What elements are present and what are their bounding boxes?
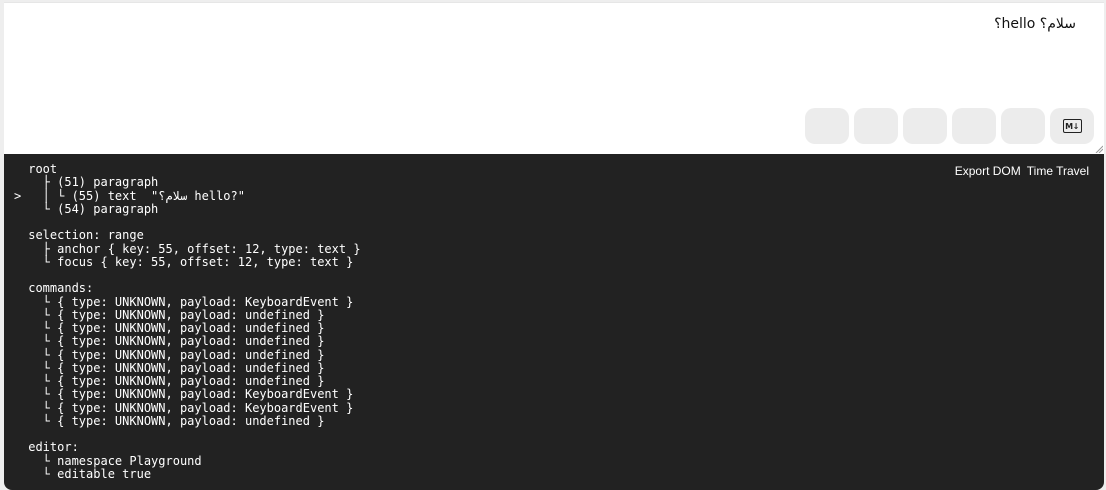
tree-line-marker (14, 402, 21, 415)
tree-line-marker (14, 322, 21, 335)
tree-line-marker (14, 176, 21, 189)
tree-line-marker (14, 468, 21, 481)
tree-line-marker (14, 428, 21, 441)
tree-line: └ (54) paragraph (14, 201, 361, 216)
tree-line: ├ (51) paragraph (14, 176, 361, 189)
selected-node-marker: > (14, 188, 22, 203)
tree-line-text: └ { type: UNKNOWN, payload: KeyboardEven… (21, 400, 354, 415)
editor-paragraph[interactable]: سلام؟ hello؟ (994, 16, 1076, 32)
export-dom-button[interactable]: Export DOM (955, 163, 1021, 179)
tree-view-panel: Export DOM Time Travel root ├ (51) parag… (4, 154, 1104, 490)
tree-line-text: └ { type: UNKNOWN, payload: undefined } (21, 307, 325, 322)
tree-line: └ editable true (14, 466, 361, 481)
tree-line-marker (14, 455, 21, 468)
tree-line: └ focus { key: 55, offset: 12, type: tex… (14, 254, 361, 269)
tree-line-marker (14, 388, 21, 401)
action-button[interactable] (805, 108, 849, 144)
tree-line: └ { type: UNKNOWN, payload: KeyboardEven… (14, 400, 361, 415)
tree-line-text: └ namespace Playground (21, 453, 202, 468)
tree-line-marker (14, 163, 21, 176)
tree-line-text: ├ (51) paragraph (21, 175, 159, 190)
tree-line: > │ └ (55) text "سلام؟ hello?" (14, 188, 361, 203)
tree-line-text (21, 427, 28, 441)
tree-line-marker (14, 243, 21, 256)
tree-line-text: │ └ (55) text "سلام؟ hello?" (21, 188, 245, 203)
tree-line-text: └ { type: UNKNOWN, payload: undefined } (21, 413, 325, 428)
tree-line: ├ anchor { key: 55, offset: 12, type: te… (14, 241, 361, 256)
tree-line: └ { type: UNKNOWN, payload: undefined } (14, 335, 361, 348)
tree-line-text: selection: range (21, 228, 144, 243)
tree-line: └ namespace Playground (14, 453, 361, 468)
tree-line (14, 216, 361, 229)
tree-line-text: └ { type: UNKNOWN, payload: undefined } (21, 374, 325, 388)
tree-line-text: └ { type: UNKNOWN, payload: undefined } (21, 347, 325, 362)
tree-line-marker (14, 256, 21, 269)
tree-line-marker (14, 349, 21, 362)
tree-line: └ { type: UNKNOWN, payload: undefined } (14, 413, 361, 428)
tree-line-marker (14, 296, 21, 309)
tree-output: root ├ (51) paragraph > │ └ (55) text "سل… (14, 162, 361, 481)
tree-line-marker (14, 362, 21, 375)
tree-line-marker (14, 282, 21, 295)
tree-line-marker (14, 335, 21, 348)
tree-line-text: └ (54) paragraph (21, 201, 159, 216)
resize-handle-icon[interactable] (1095, 145, 1103, 153)
tree-line-marker (14, 229, 21, 242)
tree-line-text: └ { type: UNKNOWN, payload: undefined } (21, 360, 325, 375)
tree-line: selection: range (14, 229, 361, 242)
tree-line: editor: (14, 441, 361, 454)
tree-line-text: commands: (21, 281, 94, 296)
tree-line-text: editor: (21, 440, 79, 455)
tree-line: └ { type: UNKNOWN, payload: undefined } (14, 360, 361, 375)
tree-line-text: └ { type: UNKNOWN, payload: undefined } (21, 334, 325, 349)
tree-line: └ { type: UNKNOWN, payload: undefined } (14, 307, 361, 322)
tree-line-text: └ { type: UNKNOWN, payload: KeyboardEven… (21, 294, 354, 309)
tree-view-actions: Export DOM Time Travel (955, 163, 1089, 179)
tree-line-marker (14, 269, 21, 282)
editor-action-toolbar: M↓ (805, 108, 1094, 144)
tree-line-marker (14, 441, 21, 454)
tree-line (14, 269, 361, 282)
tree-line-marker (14, 415, 21, 428)
tree-line: └ { type: UNKNOWN, payload: undefined } (14, 347, 361, 362)
tree-line-marker (14, 309, 21, 322)
tree-line-text: └ editable true (21, 466, 152, 481)
tree-line-text: root (21, 162, 58, 176)
tree-line: commands: (14, 282, 361, 295)
time-travel-button[interactable]: Time Travel (1027, 163, 1089, 179)
action-button[interactable] (952, 108, 996, 144)
tree-line-text: ├ anchor { key: 55, offset: 12, type: te… (21, 241, 361, 256)
tree-line-marker (14, 216, 21, 229)
action-button[interactable] (854, 108, 898, 144)
markdown-toggle-button[interactable]: M↓ (1050, 108, 1094, 144)
tree-line-text (21, 215, 28, 229)
markdown-icon: M↓ (1062, 119, 1082, 133)
action-button[interactable] (903, 108, 947, 144)
tree-line-text: └ { type: UNKNOWN, payload: KeyboardEven… (21, 387, 354, 402)
tree-line-text (21, 268, 28, 282)
action-button[interactable] (1001, 108, 1045, 144)
tree-line-text: └ focus { key: 55, offset: 12, type: tex… (21, 254, 354, 269)
tree-line-marker (14, 375, 21, 388)
tree-line-marker (14, 203, 21, 216)
tree-line-text: └ { type: UNKNOWN, payload: undefined } (21, 321, 325, 335)
rich-text-editor[interactable]: سلام؟ hello؟ M↓ (4, 2, 1104, 154)
tree-line: └ { type: UNKNOWN, payload: KeyboardEven… (14, 388, 361, 401)
tree-line: └ { type: UNKNOWN, payload: KeyboardEven… (14, 294, 361, 309)
tree-line (14, 428, 361, 441)
